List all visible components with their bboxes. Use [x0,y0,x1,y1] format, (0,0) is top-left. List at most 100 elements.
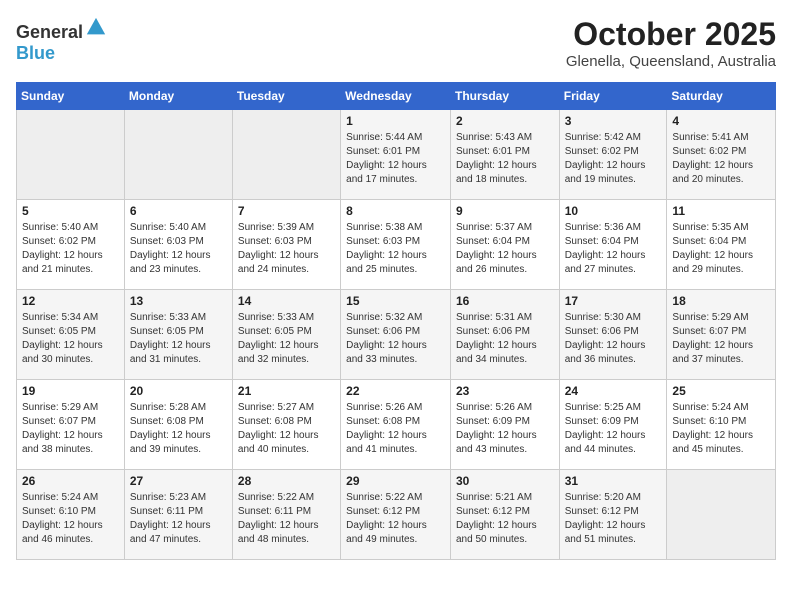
cell-daylight-info: Sunrise: 5:25 AM Sunset: 6:09 PM Dayligh… [565,401,662,457]
calendar-cell: 23Sunrise: 5:26 AM Sunset: 6:09 PM Dayli… [450,380,559,470]
calendar-cell: 2 Sunrise: 5:43 AM Sunset: 6:01 PM Daylig… [450,110,559,200]
calendar-cell: 29Sunrise: 5:22 AM Sunset: 6:12 PM Dayli… [341,470,451,560]
cell-daylight-info: Sunrise: 5:37 AM Sunset: 6:04 PM Dayligh… [456,221,554,277]
cell-date-number: 3 [565,114,662,128]
calendar-week-row: 5 Sunrise: 5:40 AM Sunset: 6:02 PM Daylig… [17,200,776,290]
cell-date-number: 25 [672,384,770,398]
cell-date-number: 11 [672,204,770,218]
cell-daylight-info: Sunrise: 5:33 AM Sunset: 6:05 PM Dayligh… [238,311,335,367]
logo: General Blue [16,16,107,64]
day-header-wednesday: Wednesday [341,83,451,110]
calendar-cell: 15 Sunrise: 5:32 AM Sunset: 6:06 PM Dayli… [341,290,451,380]
cell-date-number: 7 [238,204,335,218]
cell-daylight-info: Sunrise: 5:40 AM Sunset: 6:02 PM Dayligh… [22,221,119,277]
cell-date-number: 1 [346,114,445,128]
cell-date-number: 22 [346,384,445,398]
cell-date-number: 19 [22,384,119,398]
calendar-cell: 21 Sunrise: 5:27 AM Sunset: 6:08 PM Dayli… [232,380,340,470]
logo-general: General [16,22,83,42]
calendar-week-row: 1 Sunrise: 5:44 AM Sunset: 6:01 PM Daylig… [17,110,776,200]
cell-date-number: 9 [456,204,554,218]
day-header-saturday: Saturday [667,83,776,110]
cell-daylight-info: Sunrise: 5:20 AM Sunset: 6:12 PM Dayligh… [565,491,662,547]
cell-daylight-info: Sunrise: 5:35 AM Sunset: 6:04 PM Dayligh… [672,221,770,277]
cell-date-number: 2 [456,114,554,128]
calendar-cell: 7 Sunrise: 5:39 AM Sunset: 6:03 PM Daylig… [232,200,340,290]
cell-daylight-info: Sunrise: 5:41 AM Sunset: 6:02 PM Dayligh… [672,131,770,187]
cell-daylight-info: Sunrise: 5:39 AM Sunset: 6:03 PM Dayligh… [238,221,335,277]
cell-date-number: 5 [22,204,119,218]
cell-date-number: 8 [346,204,445,218]
cell-date-number: 21 [238,384,335,398]
calendar-cell: 13Sunrise: 5:33 AM Sunset: 6:05 PM Dayli… [124,290,232,380]
day-header-friday: Friday [559,83,667,110]
title-section: October 2025 Glenella, Queensland, Austr… [566,16,776,70]
calendar-cell [17,110,125,200]
calendar-cell: 24 Sunrise: 5:25 AM Sunset: 6:09 PM Dayli… [559,380,667,470]
calendar-cell: 4Sunrise: 5:41 AM Sunset: 6:02 PM Daylig… [667,110,776,200]
cell-date-number: 6 [130,204,227,218]
calendar-week-row: 26Sunrise: 5:24 AM Sunset: 6:10 PM Dayli… [17,470,776,560]
cell-daylight-info: Sunrise: 5:29 AM Sunset: 6:07 PM Dayligh… [672,311,770,367]
cell-daylight-info: Sunrise: 5:24 AM Sunset: 6:10 PM Dayligh… [672,401,770,457]
cell-date-number: 10 [565,204,662,218]
calendar-week-row: 12 Sunrise: 5:34 AM Sunset: 6:05 PM Dayli… [17,290,776,380]
cell-daylight-info: Sunrise: 5:24 AM Sunset: 6:10 PM Dayligh… [22,491,119,547]
calendar-cell: 14 Sunrise: 5:33 AM Sunset: 6:05 PM Dayli… [232,290,340,380]
cell-daylight-info: Sunrise: 5:43 AM Sunset: 6:01 PM Dayligh… [456,131,554,187]
calendar-cell: 1 Sunrise: 5:44 AM Sunset: 6:01 PM Daylig… [341,110,451,200]
cell-daylight-info: Sunrise: 5:27 AM Sunset: 6:08 PM Dayligh… [238,401,335,457]
cell-date-number: 12 [22,294,119,308]
calendar-cell: 18 Sunrise: 5:29 AM Sunset: 6:07 PM Dayli… [667,290,776,380]
cell-date-number: 18 [672,294,770,308]
cell-date-number: 14 [238,294,335,308]
calendar-cell: 3Sunrise: 5:42 AM Sunset: 6:02 PM Daylig… [559,110,667,200]
calendar-cell: 31 Sunrise: 5:20 AM Sunset: 6:12 PM Dayli… [559,470,667,560]
cell-daylight-info: Sunrise: 5:38 AM Sunset: 6:03 PM Dayligh… [346,221,445,277]
calendar-cell: 17 Sunrise: 5:30 AM Sunset: 6:06 PM Dayli… [559,290,667,380]
calendar-cell: 30Sunrise: 5:21 AM Sunset: 6:12 PM Dayli… [450,470,559,560]
day-header-monday: Monday [124,83,232,110]
cell-daylight-info: Sunrise: 5:31 AM Sunset: 6:06 PM Dayligh… [456,311,554,367]
cell-daylight-info: Sunrise: 5:22 AM Sunset: 6:11 PM Dayligh… [238,491,335,547]
day-header-thursday: Thursday [450,83,559,110]
calendar-cell: 10 Sunrise: 5:36 AM Sunset: 6:04 PM Dayli… [559,200,667,290]
cell-date-number: 15 [346,294,445,308]
cell-daylight-info: Sunrise: 5:36 AM Sunset: 6:04 PM Dayligh… [565,221,662,277]
calendar-week-row: 19Sunrise: 5:29 AM Sunset: 6:07 PM Dayli… [17,380,776,470]
calendar-cell: 19Sunrise: 5:29 AM Sunset: 6:07 PM Dayli… [17,380,125,470]
cell-daylight-info: Sunrise: 5:34 AM Sunset: 6:05 PM Dayligh… [22,311,119,367]
calendar-cell: 16Sunrise: 5:31 AM Sunset: 6:06 PM Dayli… [450,290,559,380]
cell-date-number: 28 [238,474,335,488]
days-header-row: SundayMondayTuesdayWednesdayThursdayFrid… [17,83,776,110]
logo-blue: Blue [16,43,55,63]
calendar-cell: 12 Sunrise: 5:34 AM Sunset: 6:05 PM Dayli… [17,290,125,380]
day-header-sunday: Sunday [17,83,125,110]
cell-daylight-info: Sunrise: 5:21 AM Sunset: 6:12 PM Dayligh… [456,491,554,547]
calendar-table: SundayMondayTuesdayWednesdayThursdayFrid… [16,82,776,560]
calendar-cell: 6Sunrise: 5:40 AM Sunset: 6:03 PM Daylig… [124,200,232,290]
cell-date-number: 31 [565,474,662,488]
cell-daylight-info: Sunrise: 5:26 AM Sunset: 6:08 PM Dayligh… [346,401,445,457]
cell-daylight-info: Sunrise: 5:23 AM Sunset: 6:11 PM Dayligh… [130,491,227,547]
calendar-title: October 2025 [566,16,776,53]
cell-date-number: 23 [456,384,554,398]
logo-icon [85,16,107,38]
day-header-tuesday: Tuesday [232,83,340,110]
calendar-cell: 22 Sunrise: 5:26 AM Sunset: 6:08 PM Dayli… [341,380,451,470]
calendar-cell [232,110,340,200]
calendar-subtitle: Glenella, Queensland, Australia [566,53,776,70]
page-header: General Blue October 2025 Glenella, Quee… [16,16,776,70]
cell-date-number: 17 [565,294,662,308]
cell-daylight-info: Sunrise: 5:32 AM Sunset: 6:06 PM Dayligh… [346,311,445,367]
calendar-cell: 9 Sunrise: 5:37 AM Sunset: 6:04 PM Daylig… [450,200,559,290]
cell-daylight-info: Sunrise: 5:44 AM Sunset: 6:01 PM Dayligh… [346,131,445,187]
calendar-cell: 28 Sunrise: 5:22 AM Sunset: 6:11 PM Dayli… [232,470,340,560]
calendar-cell: 27Sunrise: 5:23 AM Sunset: 6:11 PM Dayli… [124,470,232,560]
cell-date-number: 24 [565,384,662,398]
calendar-cell [124,110,232,200]
cell-daylight-info: Sunrise: 5:30 AM Sunset: 6:06 PM Dayligh… [565,311,662,367]
calendar-cell [667,470,776,560]
calendar-cell: 25 Sunrise: 5:24 AM Sunset: 6:10 PM Dayli… [667,380,776,470]
cell-date-number: 20 [130,384,227,398]
